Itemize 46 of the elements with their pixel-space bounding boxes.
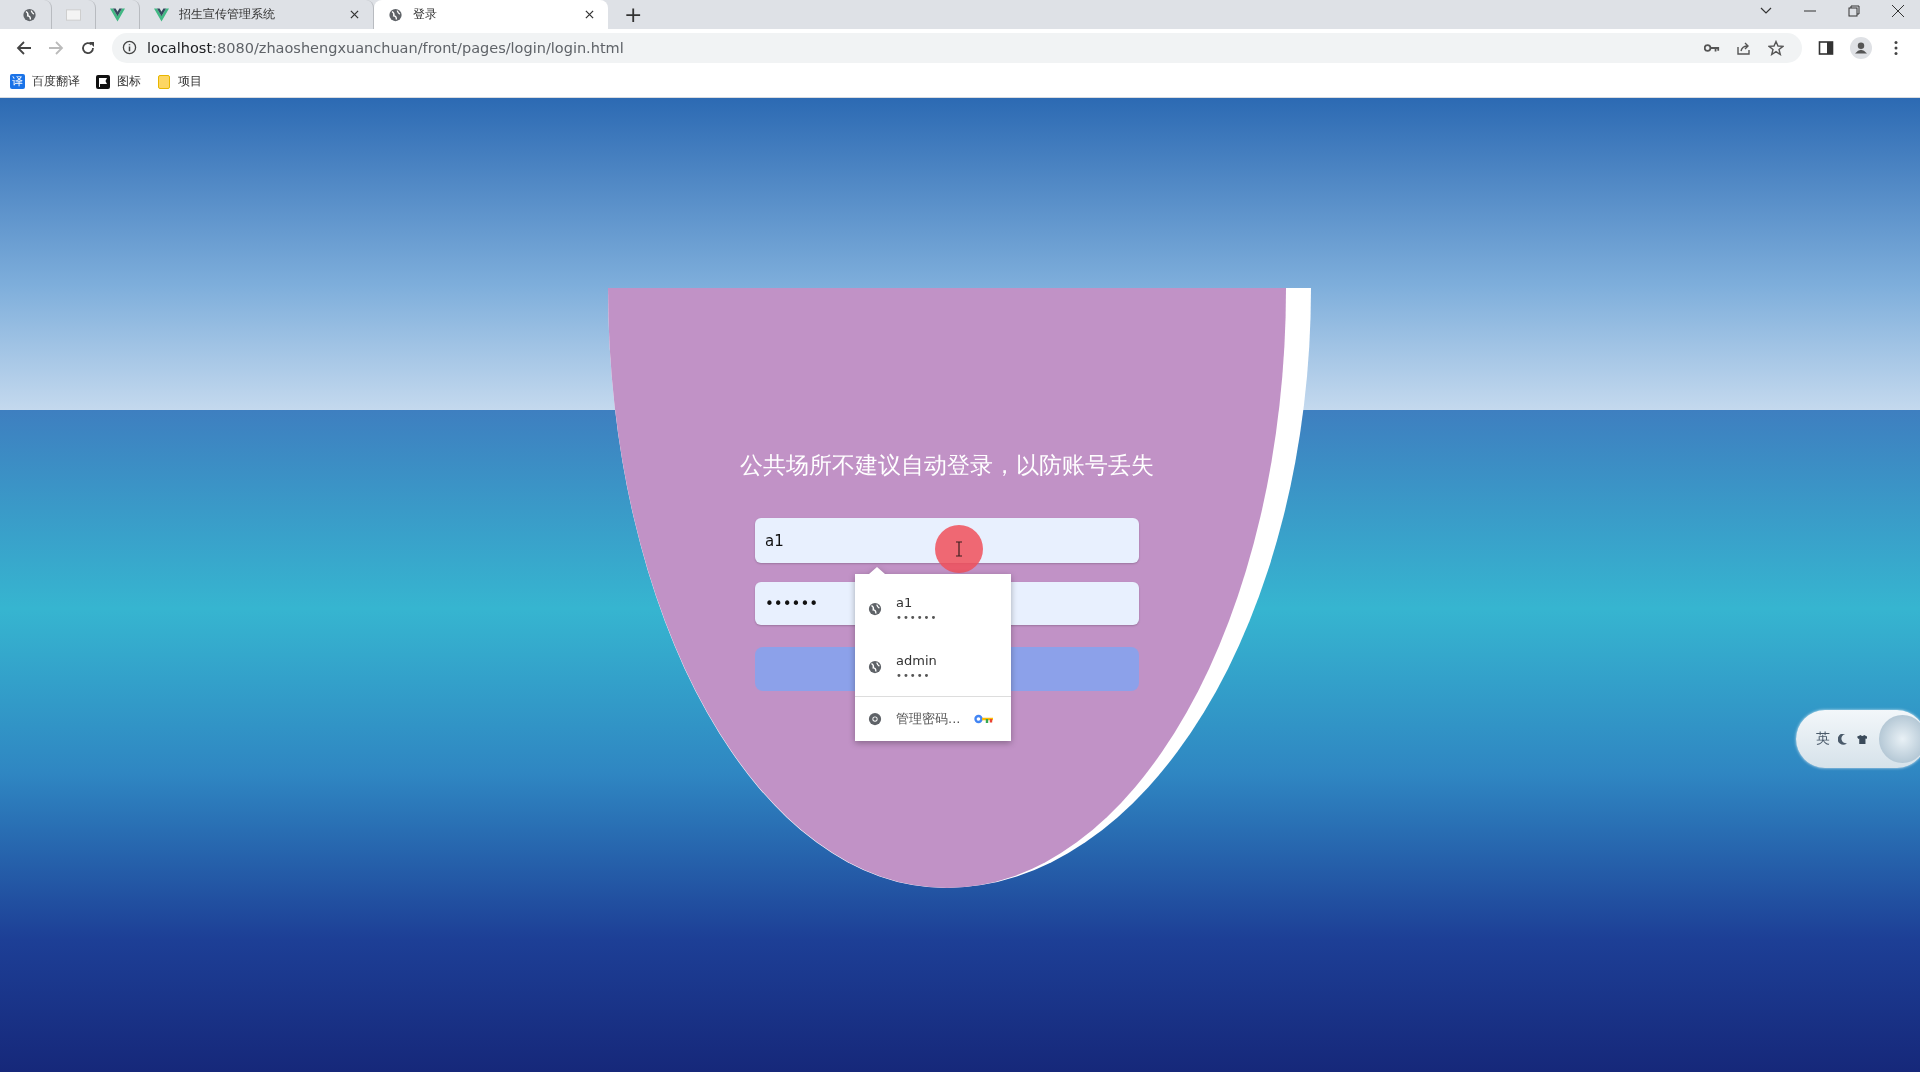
bookmark-item[interactable]: 项目	[157, 73, 202, 90]
saved-password: •••••	[896, 670, 932, 681]
new-tab-button[interactable]: +	[614, 0, 653, 29]
translate-badge: 译	[10, 74, 25, 89]
blank-page-icon	[66, 7, 81, 22]
restore-icon[interactable]	[1848, 4, 1860, 17]
profile-icon[interactable]	[1850, 36, 1872, 59]
saved-login-item[interactable]: a1 ••••••	[855, 580, 1011, 638]
skin-thumbnail	[1879, 715, 1920, 763]
flag-icon	[96, 74, 110, 89]
chrome-logo-icon	[868, 712, 882, 726]
ime-widget[interactable]: 英	[1796, 710, 1920, 768]
browser-tab[interactable]: 登录	[374, 0, 608, 29]
manage-passwords-item[interactable]: 管理密码...	[855, 696, 1011, 741]
key-icon	[974, 714, 995, 724]
tab-title: 招生宣传管理系统	[179, 6, 276, 23]
moon-icon	[1838, 733, 1849, 745]
bookmark-item[interactable]: 译 百度翻译	[10, 73, 80, 90]
close-icon[interactable]	[585, 10, 594, 19]
vue-logo-icon	[110, 7, 125, 22]
globe-icon	[868, 602, 882, 616]
url-text: localhost:8080/zhaoshengxuanchuan/front/pages/login/login.html	[147, 39, 624, 56]
globe-icon	[388, 7, 403, 22]
globe-icon	[868, 660, 882, 674]
side-panel-icon[interactable]	[1818, 39, 1834, 56]
back-arrow-icon[interactable]	[16, 39, 32, 56]
shirt-icon	[1856, 733, 1868, 745]
info-icon	[122, 40, 137, 55]
close-icon[interactable]	[1892, 4, 1904, 17]
bookmark-item[interactable]: 图标	[96, 73, 141, 90]
address-bar[interactable]: localhost:8080/zhaoshengxuanchuan/front/pages/login/login.html	[112, 32, 1802, 63]
globe-icon	[22, 7, 37, 22]
text-cursor-icon	[955, 541, 963, 557]
ime-language-label: 英	[1816, 730, 1830, 748]
saved-username: admin	[896, 653, 937, 668]
reload-icon[interactable]	[80, 39, 96, 56]
saved-password: ••••••	[896, 612, 938, 623]
folder-icon	[157, 74, 171, 89]
saved-login-item[interactable]: admin •••••	[855, 638, 1011, 696]
saved-username: a1	[896, 595, 914, 610]
tab-title: 登录	[413, 6, 438, 23]
login-notice: 公共场所不建议自动登录，以防账号丢失	[740, 451, 1154, 480]
close-icon[interactable]	[350, 10, 359, 19]
star-icon[interactable]	[1768, 39, 1784, 56]
username-field[interactable]: a1	[755, 518, 1139, 563]
vue-logo-icon	[154, 7, 169, 22]
